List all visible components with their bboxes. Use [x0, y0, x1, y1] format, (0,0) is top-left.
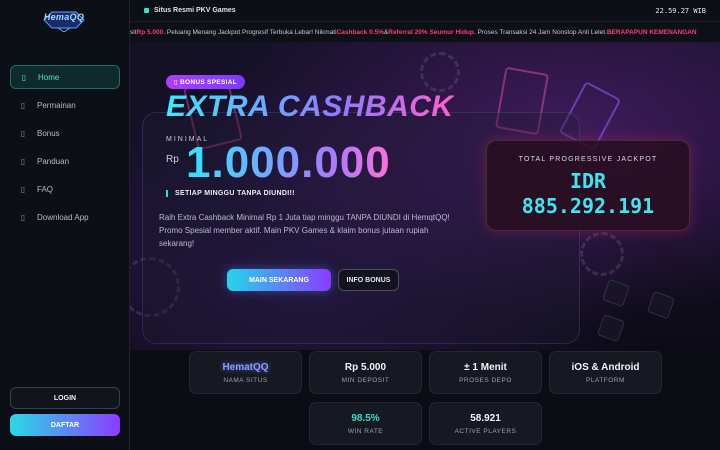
stat-value: 98.5%: [351, 413, 380, 424]
sidebar-item-label: Download App: [37, 212, 89, 222]
domino-decoration: [646, 290, 676, 320]
ticker-text: . Proses Transaksi 24 Jam Nonstop Anti L…: [473, 28, 607, 36]
sidebar-item-label: Permainan: [37, 100, 76, 110]
domino-decoration: [601, 278, 631, 308]
stat-label: MIN DEPOSIT: [341, 377, 390, 384]
ticker-text: . Peluang Menang Jackpot Progresif Terbu…: [163, 28, 337, 36]
cashback-amount: 1.000.000: [186, 138, 391, 187]
bonus-info-button[interactable]: INFO BONUS: [338, 269, 399, 291]
brand-logo[interactable]: HemaQQ: [40, 8, 88, 33]
jackpot-value: 885.292.191: [521, 194, 655, 218]
sidebar-item-permainan[interactable]: ▯ Permainan: [10, 93, 120, 117]
sidebar-item-label: Bonus: [37, 128, 60, 138]
stat-label: PROSES DEPO: [459, 377, 512, 384]
home-icon: ▯: [21, 72, 27, 82]
verified-dot-icon: [144, 8, 149, 13]
sidebar-item-label: Home: [38, 72, 60, 82]
site-tag: Situs Resmi PKV Games: [144, 7, 236, 14]
poker-chip-decoration: [420, 52, 460, 92]
stat-card-win-rate: 98.5% WIN RATE: [309, 402, 422, 445]
stat-label: ACTIVE PLAYERS: [454, 428, 517, 435]
ticker-highlight: Cashback 0.5%: [336, 28, 384, 36]
sidebar-item-label: FAQ: [37, 184, 54, 194]
gift-icon: ▯: [20, 128, 26, 138]
download-icon: ▯: [20, 212, 26, 222]
ticker-highlight: Rp 5.000: [136, 28, 164, 36]
sidebar-item-bonus[interactable]: ▯ Bonus: [10, 121, 120, 145]
play-now-button[interactable]: MAIN SEKARANG: [227, 269, 331, 291]
top-bar: Situs Resmi PKV Games 22.59.27 WIB: [130, 0, 720, 22]
stat-card-min-deposit: Rp 5.000 MIN DEPOSIT: [309, 351, 422, 394]
register-button[interactable]: DAFTAR: [10, 414, 120, 436]
stat-value: 58.921: [470, 413, 501, 424]
currency-label: Rp: [166, 154, 179, 165]
question-icon: ▯: [20, 184, 26, 194]
stat-label: WIN RATE: [347, 428, 384, 435]
jackpot-panel: TOTAL PROGRESSIVE JACKPOT IDR 885.292.19…: [486, 140, 690, 231]
hero-title: EXTRA CASHBACK: [166, 90, 454, 123]
poker-chip-decoration: [580, 232, 624, 276]
sidebar-item-panduan[interactable]: ▯ Panduan: [10, 149, 120, 173]
book-icon: ▯: [20, 156, 26, 166]
stat-value: ± 1 Menit: [464, 362, 507, 373]
logo-text: HemaQQ: [43, 12, 85, 22]
clock: 22.59.27 WIB: [655, 7, 706, 15]
ticker-highlight: Referral 20% Seumur Hidup: [388, 28, 474, 36]
games-icon: ▯: [20, 100, 26, 110]
hero-subline: SETIAP MINGGU TANPA DIUNDI!!: [166, 190, 295, 197]
announcement-ticker: sit Rp 5.000 . Peluang Menang Jackpot Pr…: [130, 22, 720, 42]
stat-value: HematQQ: [222, 362, 269, 373]
jackpot-currency: IDR: [569, 169, 607, 193]
stat-value: iOS & Android: [571, 362, 640, 373]
sidebar: HemaQQ ▯ Home ▯ Permainan ▯ Bonus ▯ Pand…: [0, 0, 130, 450]
sidebar-item-faq[interactable]: ▯ FAQ: [10, 177, 120, 201]
stat-label: PLATFORM: [586, 377, 625, 384]
ticker-highlight: BERAPAPUN KEMENANGAN: [606, 28, 697, 36]
sidebar-item-label: Panduan: [37, 156, 70, 166]
stat-card-active-players: 58.921 ACTIVE PLAYERS: [429, 402, 542, 445]
stat-card-site-name: HematQQ NAMA SITUS: [189, 351, 302, 394]
stat-card-platform: iOS & Android PLATFORM: [549, 351, 662, 394]
sidebar-item-download-app[interactable]: ▯ Download App: [10, 205, 120, 229]
login-button[interactable]: LOGIN: [10, 387, 120, 409]
stat-card-deposit-process: ± 1 Menit PROSES DEPO: [429, 351, 542, 394]
site-tag-label: Situs Resmi PKV Games: [154, 7, 236, 14]
main-nav: ▯ Home ▯ Permainan ▯ Bonus ▯ Panduan ▯ F…: [10, 65, 120, 233]
bonus-badge: ▯ BONUS SPESIAL: [166, 75, 245, 89]
sidebar-item-home[interactable]: ▯ Home: [10, 65, 120, 89]
stat-value: Rp 5.000: [344, 362, 387, 373]
stat-label: NAMA SITUS: [223, 377, 268, 384]
domino-decoration: [596, 313, 626, 343]
hero-description: Raih Extra Cashback Minimal Rp 1 Juta ti…: [159, 213, 450, 248]
jackpot-label: TOTAL PROGRESSIVE JACKPOT: [518, 156, 658, 163]
